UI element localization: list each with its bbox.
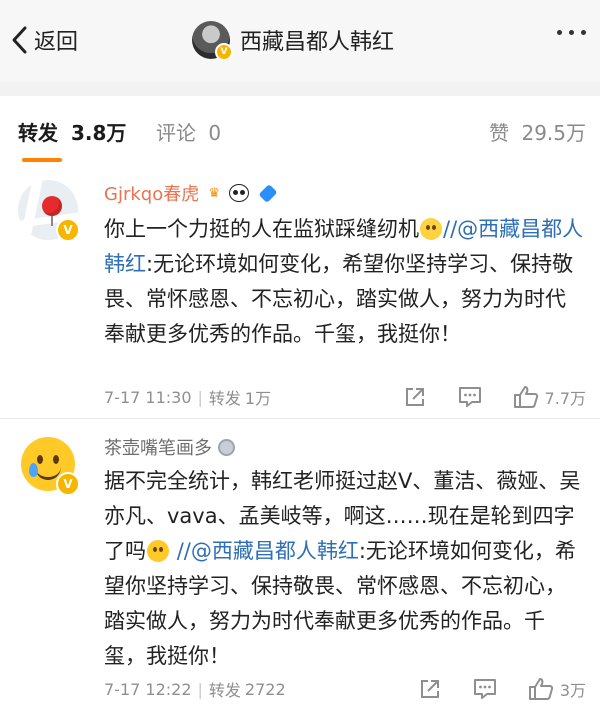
- tab-count: 3.8万: [70, 121, 127, 145]
- top-nav-bar: 返回 V 西藏昌都人韩红: [0, 0, 600, 82]
- verified-badge-icon: V: [56, 472, 80, 496]
- repost-count: 2722: [244, 679, 286, 699]
- share-button[interactable]: [403, 385, 427, 409]
- comment-icon: [473, 679, 496, 699]
- share-icon: [405, 388, 424, 406]
- comment-button[interactable]: [457, 385, 483, 409]
- active-tab-indicator: [22, 158, 62, 162]
- thumbs-up-icon: [528, 678, 553, 700]
- action-bar: 7.7万: [373, 382, 586, 412]
- repost-meta: 7-17 11:30 | 转发 1万: [104, 386, 272, 409]
- tab-label: 赞: [489, 121, 510, 145]
- repost-meta: 7-17 12:22 | 转发 2722: [104, 678, 286, 701]
- divider: [0, 82, 600, 96]
- list-item: V Gjrkqo春虎 ♛ 你上一个力挺的人在监狱踩缝纫机//@西藏昌都人韩红:无…: [0, 166, 600, 419]
- tab-reposts[interactable]: 转发 3.8万: [18, 117, 126, 146]
- back-button[interactable]: 返回: [10, 22, 78, 58]
- tab-label: 评论: [156, 121, 196, 145]
- crown-icon: ♛: [208, 185, 221, 201]
- more-dots-icon[interactable]: [557, 30, 586, 35]
- repost-text: 你上一个力挺的人在监狱踩缝纫机//@西藏昌都人韩红:无论环境如何变化，希望你坚持…: [104, 217, 584, 346]
- diamond-icon: [258, 183, 278, 203]
- thumbs-up-icon: [513, 386, 538, 408]
- tab-count: 29.5万: [521, 121, 586, 145]
- tab-likes[interactable]: 赞 29.5万: [489, 117, 586, 146]
- like-count: 7.7万: [544, 389, 586, 408]
- medal-icon: [218, 438, 235, 456]
- user-line: Gjrkqo春虎 ♛: [104, 180, 278, 206]
- share-icon: [420, 680, 439, 698]
- comment-icon: [458, 387, 481, 407]
- share-button[interactable]: [418, 677, 442, 701]
- repost-text: 据不完全统计，韩红老师挺过赵V、董洁、薇娅、吴亦凡、vava、孟美岐等，啊这………: [104, 469, 581, 668]
- list-item: V 茶壶嘴笔画多 据不完全统计，韩红老师挺过赵V、董洁、薇娅、吴亦凡、vava、…: [0, 420, 600, 711]
- nav-profile[interactable]: V 西藏昌都人韩红: [192, 18, 394, 62]
- smile-emoji-icon: [420, 218, 442, 240]
- repost-label: 转发: [208, 389, 241, 408]
- page-title: 西藏昌都人韩红: [240, 30, 395, 55]
- panda-icon: [229, 184, 250, 202]
- chevron-left-icon: [12, 26, 27, 54]
- like-button[interactable]: 3万: [528, 677, 586, 701]
- avatar[interactable]: V: [18, 434, 80, 496]
- username[interactable]: Gjrkqo春虎: [104, 180, 199, 206]
- avatar[interactable]: V: [18, 180, 80, 242]
- tab-comments[interactable]: 评论 0: [156, 117, 221, 146]
- action-bar: 3万: [388, 674, 586, 704]
- mention-link[interactable]: //@西藏昌都人韩红: [177, 539, 359, 563]
- repost-label: 转发: [208, 681, 241, 700]
- tab-label: 转发: [18, 121, 58, 145]
- like-count: 3万: [559, 681, 586, 700]
- timestamp: 7-17 12:22: [104, 679, 192, 699]
- username[interactable]: 茶壶嘴笔画多: [104, 434, 212, 460]
- tab-bar: 转发 3.8万 评论 0 赞 29.5万: [0, 96, 600, 167]
- tab-count: 0: [208, 121, 222, 145]
- pleading-emoji-icon: [147, 540, 169, 562]
- like-button[interactable]: 7.7万: [513, 385, 586, 409]
- verified-badge-icon: V: [56, 218, 80, 242]
- repost-count: 1万: [244, 389, 272, 408]
- comment-button[interactable]: [472, 677, 498, 701]
- user-line: 茶壶嘴笔画多: [104, 434, 235, 460]
- timestamp: 7-17 11:30: [104, 387, 192, 407]
- avatar[interactable]: V: [192, 21, 233, 61]
- back-label: 返回: [34, 30, 79, 55]
- verified-badge-icon: V: [215, 43, 233, 61]
